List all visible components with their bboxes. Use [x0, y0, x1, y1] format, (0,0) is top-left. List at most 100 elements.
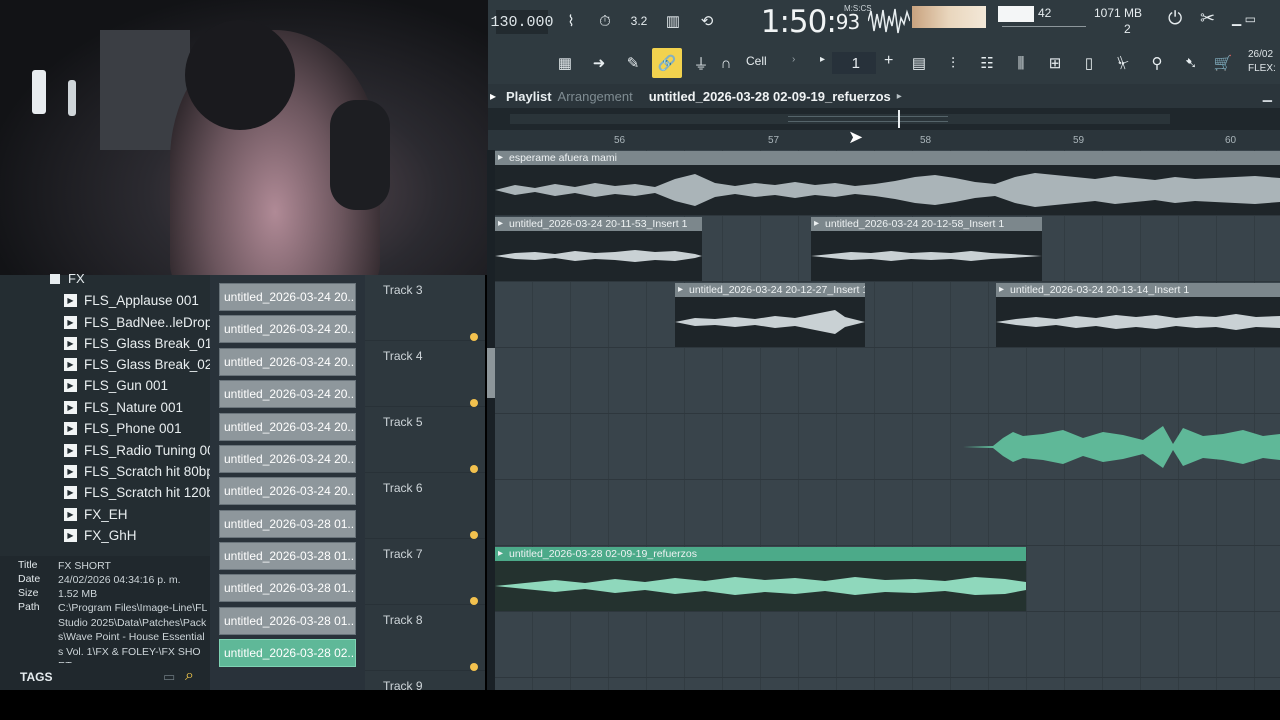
- browser-item[interactable]: ▶ FLS_Phone 001: [64, 418, 182, 438]
- time-ruler[interactable]: 56 57 58 59 60: [488, 130, 1280, 150]
- pencil-icon[interactable]: ✎: [618, 48, 648, 78]
- audio-clip[interactable]: esperame afuera mami: [495, 151, 1280, 215]
- picker-clip[interactable]: untitled_2026-03-24 20...: [219, 445, 356, 473]
- audio-clip[interactable]: untitled_2026-03-28 02-09-19_refuerzos: [495, 547, 1026, 611]
- track-led[interactable]: [470, 465, 478, 473]
- search-icon[interactable]: ⌕: [185, 667, 194, 685]
- browser-item-label: FLS_Nature 001: [84, 399, 184, 415]
- playlist-area[interactable]: esperame afuera mami untitled_2026-03-24…: [495, 150, 1280, 690]
- playlist-icon[interactable]: ▤: [904, 48, 934, 78]
- track-led[interactable]: [470, 399, 478, 407]
- scrollbar-thumb[interactable]: [487, 348, 495, 398]
- tempo-tapper-icon[interactable]: ⚲: [1142, 48, 1172, 78]
- marketplace-icon[interactable]: ➷: [1176, 48, 1206, 78]
- track-header[interactable]: Track 4: [365, 341, 485, 407]
- playlist-subtitle[interactable]: Arrangement: [558, 89, 633, 104]
- picker-clip[interactable]: untitled_2026-03-24 20...: [219, 315, 356, 343]
- pattern-selector[interactable]: 1: [832, 52, 876, 74]
- plugin-plug-icon[interactable]: ⏧: [1108, 48, 1138, 78]
- playlist-lane[interactable]: [495, 480, 1280, 546]
- clip-waveform: [495, 561, 1026, 611]
- audio-clip[interactable]: untitled_2026-03-24 20-11-53_Insert 1: [495, 217, 702, 281]
- audio-clip[interactable]: untitled_2026-03-24 20-12-58_Insert 1: [811, 217, 1042, 281]
- audio-clip[interactable]: untitled_2026-03-24 20-12-27_Insert 1: [675, 283, 865, 347]
- picker-clip[interactable]: untitled_2026-03-28 01...: [219, 574, 356, 602]
- vertical-scrollbar[interactable]: [487, 150, 495, 690]
- minimize-icon[interactable]: ▁: [1263, 88, 1272, 102]
- browser-item[interactable]: ▶ FLS_Radio Tuning 001: [64, 440, 222, 460]
- ruler-label: 56: [614, 135, 626, 146]
- picker-clip[interactable]: untitled_2026-03-24 20...: [219, 348, 356, 376]
- audio-file-icon: ▶: [64, 400, 77, 414]
- track-header[interactable]: Track 5: [365, 407, 485, 473]
- browser-item[interactable]: ▶ FLS_Glass Break_01: [64, 333, 212, 353]
- playlist-lane[interactable]: [495, 348, 1280, 414]
- arrow-right-icon[interactable]: ➜: [584, 48, 614, 78]
- stamp-icon[interactable]: ⏚: [686, 48, 716, 78]
- browser-item[interactable]: ▶ FX_GhH: [64, 525, 137, 545]
- picker-clip[interactable]: untitled_2026-03-24 20...: [219, 380, 356, 408]
- browser-item[interactable]: ▶ FLS_Applause 001: [64, 290, 199, 310]
- track-led[interactable]: [470, 531, 478, 539]
- countdown-icon[interactable]: 3.2: [624, 8, 654, 34]
- channel-rack-icon[interactable]: ⫶: [938, 48, 968, 78]
- scissors-icon[interactable]: ✂: [1200, 8, 1215, 29]
- picker-clip[interactable]: untitled_2026-03-24 20...: [219, 413, 356, 441]
- browser-item[interactable]: ▶ FX_EH: [64, 504, 128, 524]
- folder-icon[interactable]: ▭: [163, 669, 175, 685]
- track-led[interactable]: [470, 663, 478, 671]
- tempo-display[interactable]: 130.000: [491, 10, 554, 34]
- link-icon[interactable]: 🔗: [652, 48, 682, 78]
- track-header[interactable]: Track 3: [365, 275, 485, 341]
- track-name: Track 5: [383, 415, 423, 429]
- snap-mode-label[interactable]: Cell: [746, 54, 767, 68]
- picker-clip[interactable]: untitled_2026-03-28 01...: [219, 607, 356, 635]
- song-name[interactable]: untitled_2026-03-28 02-09-19_refuerzos: [649, 89, 891, 104]
- metronome-icon[interactable]: ⌇: [556, 8, 586, 34]
- wait-input-icon[interactable]: ⏱: [590, 8, 620, 34]
- mixer-icon[interactable]: ⫼: [1006, 48, 1036, 78]
- browser-item[interactable]: ▶ FLS_Glass Break_02: [64, 354, 212, 374]
- picker-clip[interactable]: untitled_2026-03-24 20...: [219, 283, 356, 311]
- magnet-icon[interactable]: ∩: [716, 48, 736, 78]
- playlist-overview[interactable]: [488, 108, 1280, 130]
- browser-item[interactable]: ▶ FLS_Scratch hit 80bpm: [64, 461, 225, 481]
- playlist-menu-arrow-icon[interactable]: ▸: [490, 89, 502, 103]
- picker-clip[interactable]: untitled_2026-03-28 01...: [219, 542, 356, 570]
- browser-item[interactable]: ▶ FLS_Scratch hit 120bpm: [64, 482, 233, 502]
- audio-file-icon: ▶: [64, 464, 77, 478]
- playlist-lane[interactable]: [495, 678, 1280, 690]
- playlist-lane[interactable]: [495, 612, 1280, 678]
- minimize-icon[interactable]: ▁ ▭: [1232, 12, 1256, 26]
- track-led[interactable]: [470, 333, 478, 341]
- play-triangle-icon[interactable]: ▸: [820, 54, 825, 65]
- audio-file-icon: ▶: [64, 315, 77, 329]
- browser-folder[interactable]: FX: [50, 271, 85, 286]
- piano-roll-icon[interactable]: ☷: [972, 48, 1002, 78]
- typing-keyboard-icon[interactable]: ▦: [550, 48, 580, 78]
- picker-clip[interactable]: untitled_2026-03-28 01...: [219, 510, 356, 538]
- chevron-right-icon[interactable]: ›: [792, 54, 795, 65]
- picker-clip[interactable]: untitled_2026-03-24 20...: [219, 477, 356, 505]
- browser-item[interactable]: ▶ FLS_Nature 001: [64, 397, 183, 417]
- browser-tree-icon[interactable]: ⊞: [1040, 48, 1070, 78]
- track-header[interactable]: Track 8: [365, 605, 485, 671]
- track-led[interactable]: [470, 597, 478, 605]
- chevron-right-icon[interactable]: ▸: [897, 91, 902, 102]
- loop-record-icon[interactable]: ⟲: [692, 8, 722, 34]
- cart-icon[interactable]: 🛒: [1208, 48, 1238, 78]
- tags-label[interactable]: TAGS: [20, 670, 52, 684]
- master-volume-meter[interactable]: [912, 6, 986, 28]
- waveform: [495, 577, 1026, 595]
- track-header[interactable]: Track 7: [365, 539, 485, 605]
- audio-clip[interactable]: untitled_2026-03-24 20-13-14_Insert 1: [996, 283, 1280, 347]
- step-edit-icon[interactable]: ▥: [658, 8, 688, 34]
- track-header[interactable]: Track 6: [365, 473, 485, 539]
- overview-position[interactable]: [898, 110, 900, 128]
- panic-reset-icon[interactable]: ⏻: [1168, 8, 1182, 29]
- browser-item[interactable]: ▶ FLS_Gun 001: [64, 375, 168, 395]
- add-pattern-button[interactable]: +: [884, 52, 893, 70]
- info-key: Path: [18, 601, 40, 613]
- picker-clip-selected[interactable]: untitled_2026-03-28 02...: [219, 639, 356, 667]
- document-icon[interactable]: ▯: [1074, 48, 1104, 78]
